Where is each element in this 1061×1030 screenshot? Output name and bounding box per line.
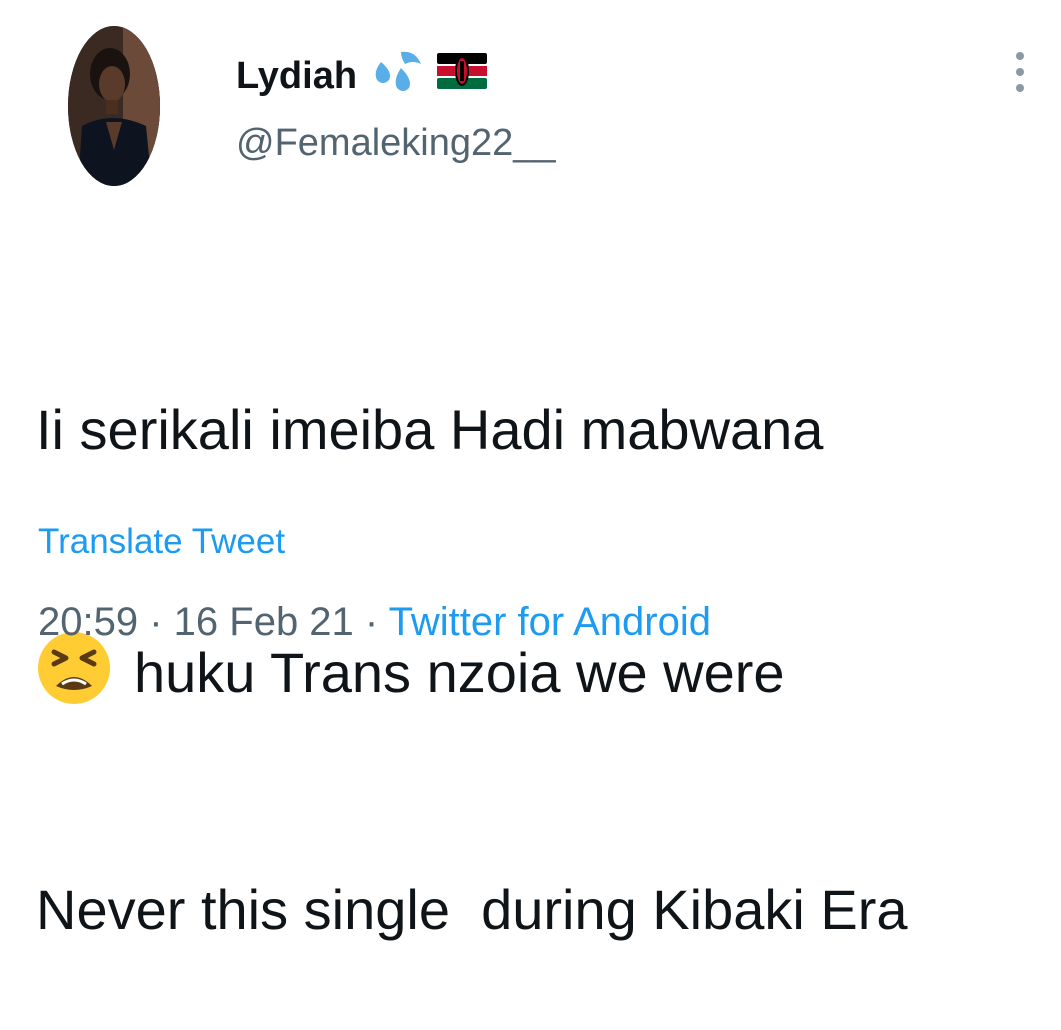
- tweet-time[interactable]: 20:59: [38, 600, 138, 644]
- tweet-source-link[interactable]: Twitter for Android: [389, 600, 711, 644]
- tweet-date[interactable]: 16 Feb 21: [174, 600, 354, 644]
- avatar-photo: [68, 26, 160, 186]
- tweet-line: Never this single during Kibaki Era: [36, 878, 908, 941]
- tweet-meta: 20:59 · 16 Feb 21 · Twitter for Android: [38, 598, 711, 646]
- translate-tweet-link[interactable]: Translate Tweet: [38, 520, 285, 564]
- tweet-line: Ii serikali imeiba Hadi mabwana: [36, 398, 824, 461]
- tweet-line-text: huku Trans nzoia we were: [134, 641, 785, 704]
- author-handle[interactable]: @Femaleking22__: [236, 121, 556, 165]
- meta-separator: ·: [353, 600, 389, 644]
- sweat-droplets-icon: [371, 48, 423, 104]
- kenya-flag-icon: [437, 53, 488, 99]
- author-display-name[interactable]: Lydiah: [236, 54, 357, 98]
- author-name-row[interactable]: Lydiah: [236, 48, 488, 104]
- more-options-icon[interactable]: [1008, 50, 1032, 94]
- meta-separator: ·: [138, 600, 174, 644]
- avatar[interactable]: [68, 26, 160, 186]
